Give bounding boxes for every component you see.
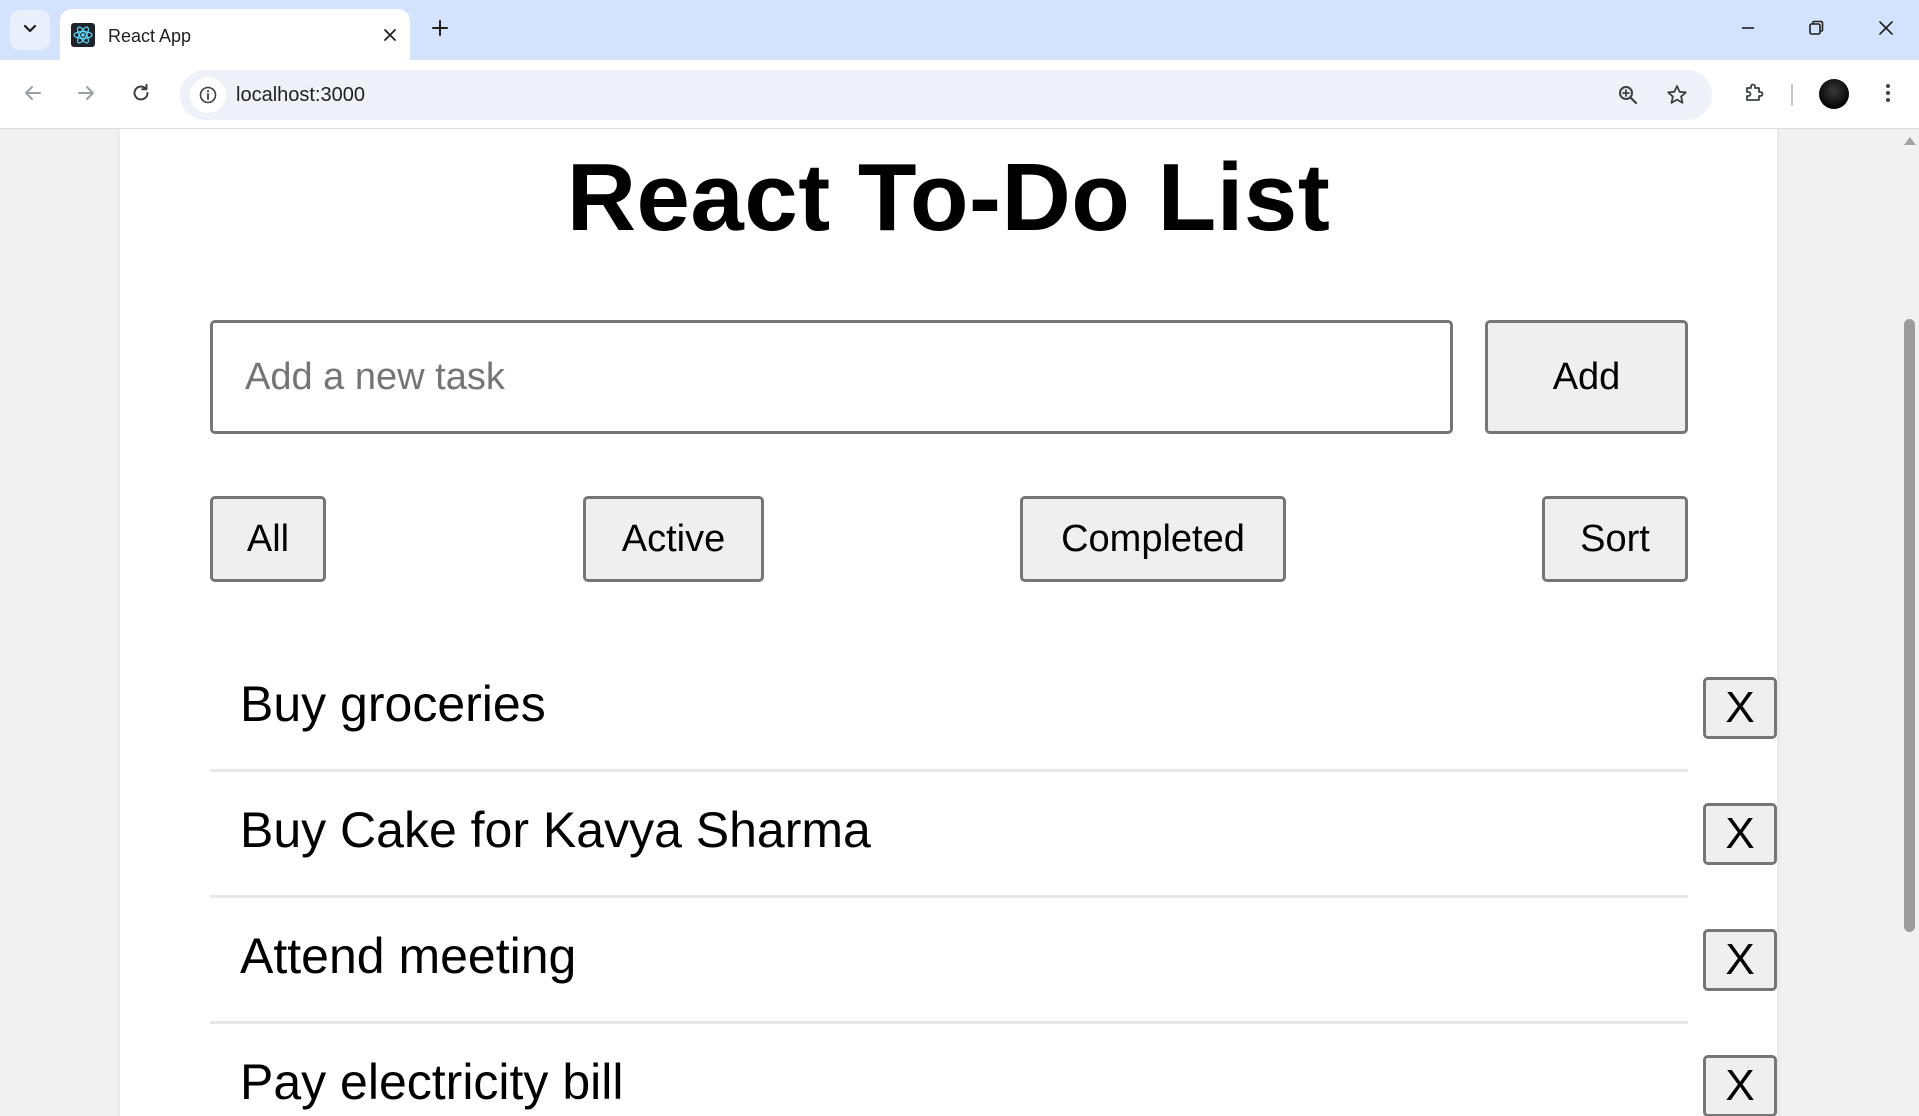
star-icon[interactable] <box>1661 79 1693 111</box>
menu-button[interactable] <box>1868 75 1908 115</box>
arrow-left-icon <box>22 82 44 109</box>
filter-active-button[interactable]: Active <box>583 496 764 582</box>
restore-button[interactable] <box>1792 8 1840 52</box>
new-tab-button[interactable] <box>424 14 456 46</box>
todo-text[interactable]: Pay electricity bill <box>240 1053 623 1111</box>
tab-strip: React App <box>0 0 1919 60</box>
delete-task-button[interactable]: X <box>1703 1055 1777 1116</box>
forward-button[interactable] <box>66 75 106 115</box>
restore-icon <box>1807 19 1825 42</box>
filter-all-button[interactable]: All <box>210 496 326 582</box>
vertical-scrollbar[interactable] <box>1900 129 1919 1116</box>
add-task-button[interactable]: Add <box>1485 320 1688 434</box>
url-text: localhost:3000 <box>236 84 365 106</box>
todo-item: Buy Cake for Kavya Sharma X <box>210 769 1777 898</box>
new-task-input[interactable] <box>210 320 1453 434</box>
tab-search-button[interactable] <box>10 10 50 50</box>
page-title: React To-Do List <box>566 144 1331 251</box>
puzzle-icon <box>1742 81 1766 110</box>
minimize-icon <box>1739 19 1757 42</box>
todo-app-container: React To-Do List Add All Active Complete… <box>120 129 1777 1116</box>
delete-task-button[interactable]: X <box>1703 803 1777 865</box>
sort-button[interactable]: Sort <box>1542 496 1688 582</box>
scrollbar-thumb[interactable] <box>1904 319 1915 932</box>
tab-title: React App <box>108 26 192 46</box>
browser-tab-active[interactable]: React App <box>60 9 410 60</box>
profile-avatar[interactable] <box>1819 79 1849 109</box>
back-button[interactable] <box>13 75 53 115</box>
scroll-up-arrow-icon[interactable] <box>1904 137 1916 145</box>
plus-icon <box>430 18 450 43</box>
reload-button[interactable] <box>121 75 161 115</box>
reload-icon <box>130 82 152 109</box>
browser-toolbar: localhost:3000 <box>0 60 1919 129</box>
zoom-in-icon[interactable] <box>1612 79 1644 111</box>
arrow-right-icon <box>75 82 97 109</box>
filter-completed-button[interactable]: Completed <box>1020 496 1286 582</box>
minimize-button[interactable] <box>1724 8 1772 52</box>
todo-item: Attend meeting X <box>210 895 1777 1024</box>
close-icon <box>1877 19 1895 42</box>
delete-task-button[interactable]: X <box>1703 929 1777 991</box>
todo-text[interactable]: Attend meeting <box>240 927 576 985</box>
more-vert-icon <box>1876 81 1900 110</box>
address-bar[interactable]: localhost:3000 <box>180 70 1712 120</box>
todo-item: Pay electricity bill X <box>210 1021 1777 1116</box>
close-icon[interactable] <box>378 23 402 47</box>
page-viewport: React To-Do List Add All Active Complete… <box>0 129 1900 1116</box>
close-window-button[interactable] <box>1862 8 1910 52</box>
chevron-down-icon <box>22 20 38 41</box>
todo-item: Buy groceries X <box>210 643 1777 772</box>
delete-task-button[interactable]: X <box>1703 677 1777 739</box>
info-icon[interactable] <box>190 77 226 113</box>
todo-text[interactable]: Buy groceries <box>240 675 546 733</box>
extensions-button[interactable] <box>1734 75 1774 115</box>
todo-text[interactable]: Buy Cake for Kavya Sharma <box>240 801 871 859</box>
toolbar-divider <box>1791 84 1793 106</box>
react-logo-icon <box>71 23 95 47</box>
